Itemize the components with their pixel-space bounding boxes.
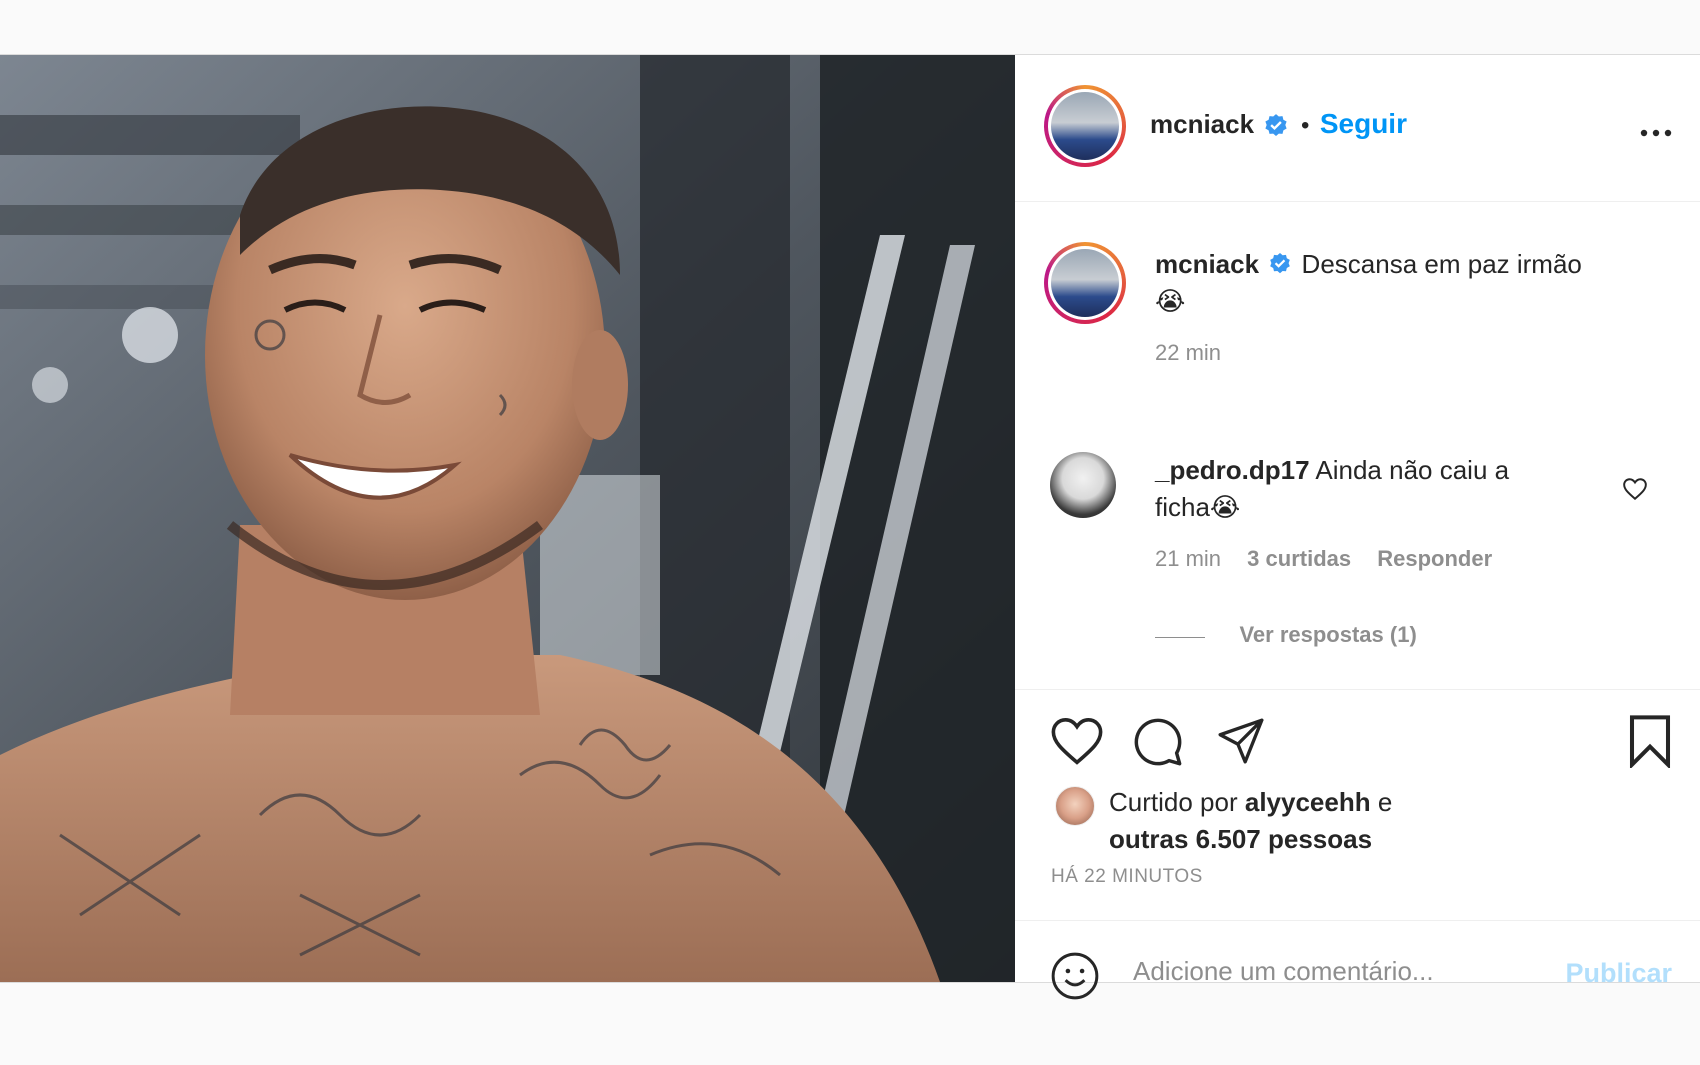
comment-likes[interactable]: 3 curtidas	[1247, 546, 1351, 571]
likes-others[interactable]: outras 6.507 pessoas	[1109, 824, 1372, 854]
comment-like-heart-icon[interactable]	[1622, 477, 1648, 501]
view-replies-label[interactable]: Ver respostas (1)	[1239, 622, 1416, 647]
author-username[interactable]: mcniack	[1150, 109, 1254, 139]
liker-username[interactable]: alyyceehh	[1245, 787, 1371, 817]
likes-summary[interactable]: Curtido por alyyceehh e outras 6.507 pes…	[1109, 784, 1392, 858]
caption-time: 22 min	[1155, 340, 1222, 365]
liker-avatar[interactable]	[1055, 786, 1095, 826]
reply-button[interactable]: Responder	[1377, 546, 1492, 571]
caption-emoji: 😭	[1155, 286, 1186, 316]
more-options-icon[interactable]	[1640, 107, 1672, 146]
caption-text: Descansa em paz irmão	[1301, 249, 1582, 279]
post-photo-illustration	[0, 55, 1015, 982]
comment-icon[interactable]	[1132, 716, 1184, 768]
post-header: mcniack • Seguir	[1015, 55, 1700, 202]
comment-meta: 21 min 3 curtidas Responder	[1155, 546, 1615, 572]
comment-input[interactable]	[1133, 951, 1533, 991]
post-actions: Curtido por alyyceehh e outras 6.507 pes…	[1015, 689, 1700, 921]
author-avatar-image	[1051, 92, 1119, 160]
caption-avatar[interactable]	[1044, 242, 1126, 324]
comment-text: Ainda não caiu a	[1315, 455, 1510, 485]
paper-plane-icon[interactable]	[1215, 716, 1267, 766]
replies-divider	[1155, 637, 1205, 639]
caption-avatar-image	[1051, 249, 1119, 317]
post-photo[interactable]	[0, 55, 1015, 982]
heart-icon[interactable]	[1050, 716, 1104, 766]
comments-section[interactable]: mcniack Descansa em paz irmão 😭 22 min _…	[1015, 202, 1700, 689]
verified-badge-icon	[1270, 253, 1291, 274]
caption: mcniack Descansa em paz irmão 😭 22 min	[1155, 246, 1675, 366]
bookmark-icon[interactable]	[1627, 714, 1673, 768]
instagram-post: mcniack • Seguir mcniack Descansa em paz…	[0, 54, 1700, 1000]
follow-button[interactable]: Seguir	[1320, 108, 1407, 139]
author-line: mcniack • Seguir	[1150, 108, 1407, 140]
likes-prefix: Curtido por	[1109, 787, 1238, 817]
add-comment-bar: Publicar	[1015, 921, 1700, 1000]
author-avatar[interactable]	[1044, 85, 1126, 167]
verified-badge-icon	[1264, 113, 1287, 136]
smiley-icon[interactable]	[1050, 951, 1100, 1001]
ellipsis-icon	[1640, 129, 1672, 137]
comment-time: 21 min	[1155, 546, 1222, 571]
caption-username[interactable]: mcniack	[1155, 249, 1259, 279]
comment-text-continued: ficha😭	[1155, 492, 1241, 522]
post-side-panel: mcniack • Seguir mcniack Descansa em paz…	[1015, 55, 1700, 1000]
likes-connector: e	[1377, 787, 1393, 817]
comment-item: _pedro.dp17 Ainda não caiu a ficha😭 21 m…	[1155, 452, 1615, 572]
publish-button[interactable]: Publicar	[1565, 958, 1672, 989]
header-separator: •	[1300, 112, 1310, 139]
post-date: HÁ 22 MINUTOS	[1051, 866, 1203, 887]
view-replies[interactable]: Ver respostas (1)	[1155, 622, 1417, 648]
commenter-avatar[interactable]	[1050, 452, 1116, 518]
comment-username[interactable]: _pedro.dp17	[1155, 455, 1310, 485]
